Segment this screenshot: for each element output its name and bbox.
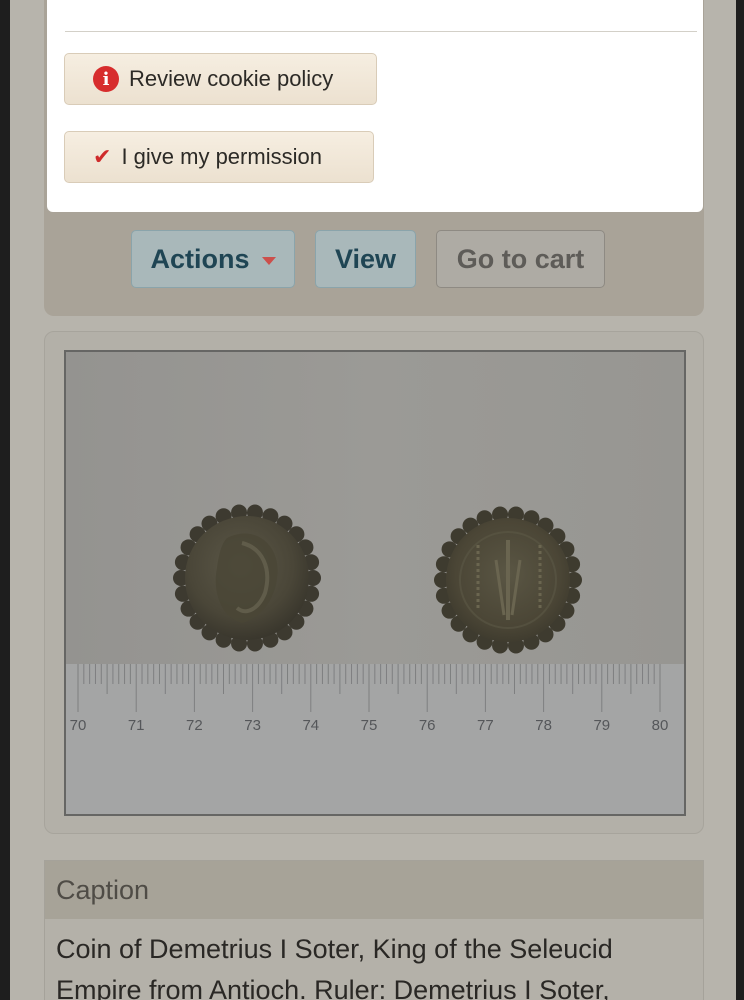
ruler-label: 71 bbox=[128, 717, 145, 734]
divider bbox=[65, 31, 697, 32]
view-label: View bbox=[334, 243, 397, 274]
ruler-label: 75 bbox=[361, 717, 378, 734]
coin-photo[interactable]: 70 71 72 73 74 75 76 77 78 79 80 bbox=[64, 350, 686, 816]
ruler-label: 72 bbox=[186, 717, 203, 734]
info-circle-icon: i bbox=[93, 66, 119, 92]
give-permission-label: I give my permission bbox=[121, 144, 322, 169]
ruler-label: 80 bbox=[652, 717, 669, 734]
ruler-label: 74 bbox=[302, 717, 319, 734]
ruler-label: 76 bbox=[419, 717, 436, 734]
go-to-cart-button[interactable]: Go to cart bbox=[436, 230, 605, 288]
actions-label: Actions bbox=[150, 243, 250, 274]
cookie-panel: i Review cookie policy ✔ I give my permi… bbox=[47, 0, 703, 212]
page: i Review cookie policy ✔ I give my permi… bbox=[10, 0, 736, 1000]
coin-photo-image: 70 71 72 73 74 75 76 77 78 79 80 bbox=[66, 352, 684, 814]
ruler-label: 70 bbox=[70, 717, 87, 734]
ruler-label: 78 bbox=[535, 717, 552, 734]
caption-text: Coin of Demetrius I Soter, King of the S… bbox=[56, 934, 613, 1000]
image-card: 70 71 72 73 74 75 76 77 78 79 80 bbox=[44, 331, 704, 834]
review-cookie-policy-label: Review cookie policy bbox=[129, 66, 334, 91]
caret-down-icon bbox=[261, 256, 276, 265]
checkmark-icon: ✔ bbox=[93, 144, 112, 170]
actions-dropdown-button[interactable]: Actions bbox=[131, 230, 295, 288]
ruler-label: 73 bbox=[244, 717, 261, 734]
caption-heading: Caption bbox=[45, 861, 703, 919]
give-permission-button[interactable]: ✔ I give my permission bbox=[64, 131, 374, 183]
ruler-label: 79 bbox=[593, 717, 610, 734]
review-cookie-policy-button[interactable]: i Review cookie policy bbox=[64, 53, 377, 105]
go-to-cart-label: Go to cart bbox=[456, 243, 585, 274]
caption-card: Caption Coin of Demetrius I Soter, King … bbox=[44, 860, 704, 1000]
ruler-label: 77 bbox=[477, 717, 494, 734]
view-button[interactable]: View bbox=[315, 230, 416, 288]
